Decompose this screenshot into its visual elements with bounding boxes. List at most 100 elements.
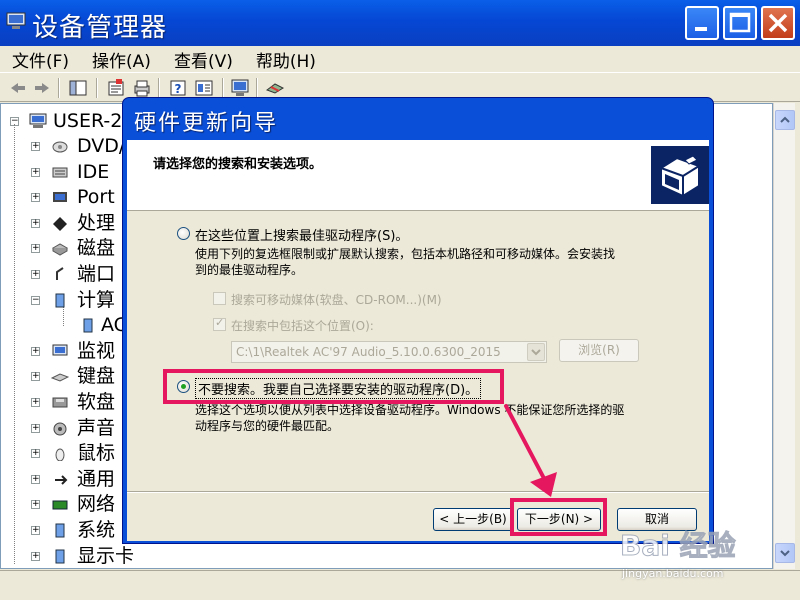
toolbar-separator <box>96 78 98 98</box>
expand-toggle[interactable]: + <box>31 372 40 382</box>
minimize-button[interactable] <box>685 6 719 40</box>
tree-item-label: 系统 <box>77 519 116 541</box>
hardware-wizard-icon <box>651 146 709 204</box>
minimize-icon <box>695 27 707 31</box>
menu-bar: 文件(F) 操作(A) 查看(V) 帮助(H) <box>0 46 800 72</box>
close-button[interactable] <box>761 6 795 40</box>
processor-icon <box>53 216 67 231</box>
tree-item-label: DVD/ <box>77 135 126 157</box>
dialog-title: 硬件更新向导 <box>134 111 279 136</box>
back-arrow-icon[interactable] <box>8 78 28 98</box>
search-option-label[interactable]: 在这些位置上搜索最佳驱动程序(S)。 <box>195 225 408 244</box>
help-icon[interactable]: ? <box>168 78 188 98</box>
expand-toggle[interactable]: + <box>31 142 40 151</box>
chevron-down-icon <box>531 349 541 356</box>
scan-hardware-icon[interactable] <box>230 78 250 98</box>
floppy-icon <box>52 397 68 408</box>
include-location-label: 在搜索中包括这个位置(O): <box>231 319 374 333</box>
usb-icon <box>55 475 68 485</box>
tree-item-label: 网络 <box>77 493 116 516</box>
tree-item-label: 通用 <box>77 467 116 490</box>
baidu-url: jingyan.baidu.com <box>622 567 724 580</box>
expand-toggle[interactable]: + <box>31 270 40 279</box>
computer-child-icon <box>83 318 93 333</box>
tree-item-label: Port <box>77 186 115 209</box>
tree-item-label: 键盘 <box>77 365 116 388</box>
include-location-checkbox[interactable] <box>213 316 226 331</box>
menu-file[interactable]: 文件(F) <box>12 47 69 72</box>
expand-toggle[interactable]: + <box>31 218 40 228</box>
computer-icon <box>55 293 65 308</box>
collapse-toggle[interactable]: − <box>31 295 40 305</box>
expand-toggle[interactable]: + <box>31 551 40 561</box>
expand-toggle[interactable]: + <box>31 526 40 535</box>
scroll-down-button[interactable] <box>775 543 795 563</box>
search-option-radio[interactable] <box>177 227 190 240</box>
forward-arrow-icon[interactable] <box>32 78 52 98</box>
close-icon <box>768 13 788 33</box>
search-option-desc-1: 使用下列的复选框限制或扩展默认搜索，包括本机路径和可移动媒体。会安装找 <box>195 247 616 261</box>
disk-drive-icon <box>51 243 69 256</box>
location-combobox[interactable]: C:\1\Realtek AC'97 Audio_5.10.0.6300_201… <box>231 341 547 363</box>
expand-toggle[interactable]: + <box>31 423 40 433</box>
device-manager-icon <box>6 12 26 29</box>
tree-item-label: 端口 <box>77 263 116 285</box>
monitor-icon <box>52 344 68 356</box>
expand-toggle[interactable]: + <box>31 500 40 510</box>
manual-select-desc-1: 选择这个选项以便从列表中选择设备驱动程序。Windows 不能保证您所选择的驱 <box>195 403 625 417</box>
tree-item-label: 计算 <box>77 288 116 311</box>
window-titlebar[interactable]: 设备管理器 <box>0 0 800 46</box>
tree-root-label: USER-2 <box>53 110 123 132</box>
tree-item-label: 显示卡 <box>77 544 135 567</box>
ide-controller-icon <box>52 167 68 178</box>
hardware-update-wizard: 硬件更新向导 请选择您的搜索和安装选项。 在这些位置上搜索最佳驱动程序(S)。 … <box>122 97 714 544</box>
mouse-icon <box>55 448 65 462</box>
print-icon[interactable] <box>132 78 152 98</box>
tree-item-label: 软盘 <box>77 391 116 413</box>
dialog-client: 请选择您的搜索和安装选项。 在这些位置上搜索最佳驱动程序(S)。 使用下列的复选… <box>127 140 709 541</box>
svg-text:Bai 经验: Bai 经验 <box>620 529 736 562</box>
expand-toggle[interactable]: + <box>31 167 40 177</box>
toolbar-separator <box>58 78 60 98</box>
tree-item-label: 鼠标 <box>77 442 116 465</box>
tree-item-label: 处理 <box>77 211 116 234</box>
chevron-down-icon <box>780 550 790 557</box>
baidu-logo: Bai 经验 <box>620 529 737 563</box>
expand-toggle[interactable]: + <box>31 244 40 254</box>
uninstall-icon[interactable] <box>265 78 285 98</box>
sound-icon <box>53 422 67 436</box>
display-adapter-icon <box>55 549 65 564</box>
baidu-watermark: Bai 经验 jingyan.baidu.com <box>618 525 758 585</box>
show-hide-tree-icon[interactable] <box>68 78 88 98</box>
expand-toggle[interactable]: + <box>31 398 40 407</box>
vertical-scrollbar[interactable] <box>773 103 795 569</box>
dialog-separator <box>127 491 709 493</box>
toolbar-separator <box>256 78 258 98</box>
scroll-up-button[interactable] <box>775 110 795 130</box>
expand-toggle[interactable]: + <box>31 193 40 203</box>
dialog-header-text: 请选择您的搜索和安装选项。 <box>153 157 323 172</box>
expand-toggle[interactable]: + <box>31 474 40 484</box>
view-icon[interactable] <box>194 78 214 98</box>
highlight-box-next <box>510 498 607 536</box>
toolbar-separator <box>158 78 160 98</box>
highlight-box-option <box>163 369 504 404</box>
removable-media-label: 搜索可移动媒体(软盘、CD-ROM...)(M) <box>231 293 442 307</box>
tree-line <box>14 124 15 564</box>
expand-toggle[interactable]: + <box>31 449 40 459</box>
menu-action[interactable]: 操作(A) <box>92 47 151 72</box>
menu-help[interactable]: 帮助(H) <box>256 47 316 72</box>
tree-item-label: 磁盘 <box>77 237 116 260</box>
search-option-desc-2: 到的最佳驱动程序。 <box>195 263 304 277</box>
browse-button[interactable]: 浏览(R) <box>559 339 639 362</box>
maximize-button[interactable] <box>723 6 757 40</box>
back-button[interactable]: < 上一步(B) <box>433 508 513 531</box>
port-connector-icon <box>56 267 64 280</box>
combobox-dropdown-button[interactable] <box>527 343 545 361</box>
toolbar-separator <box>222 78 224 98</box>
expand-toggle[interactable]: + <box>31 346 40 356</box>
removable-media-checkbox[interactable] <box>213 292 226 305</box>
properties-icon[interactable] <box>106 78 126 98</box>
port-icon <box>53 192 67 203</box>
menu-view[interactable]: 查看(V) <box>174 47 233 72</box>
